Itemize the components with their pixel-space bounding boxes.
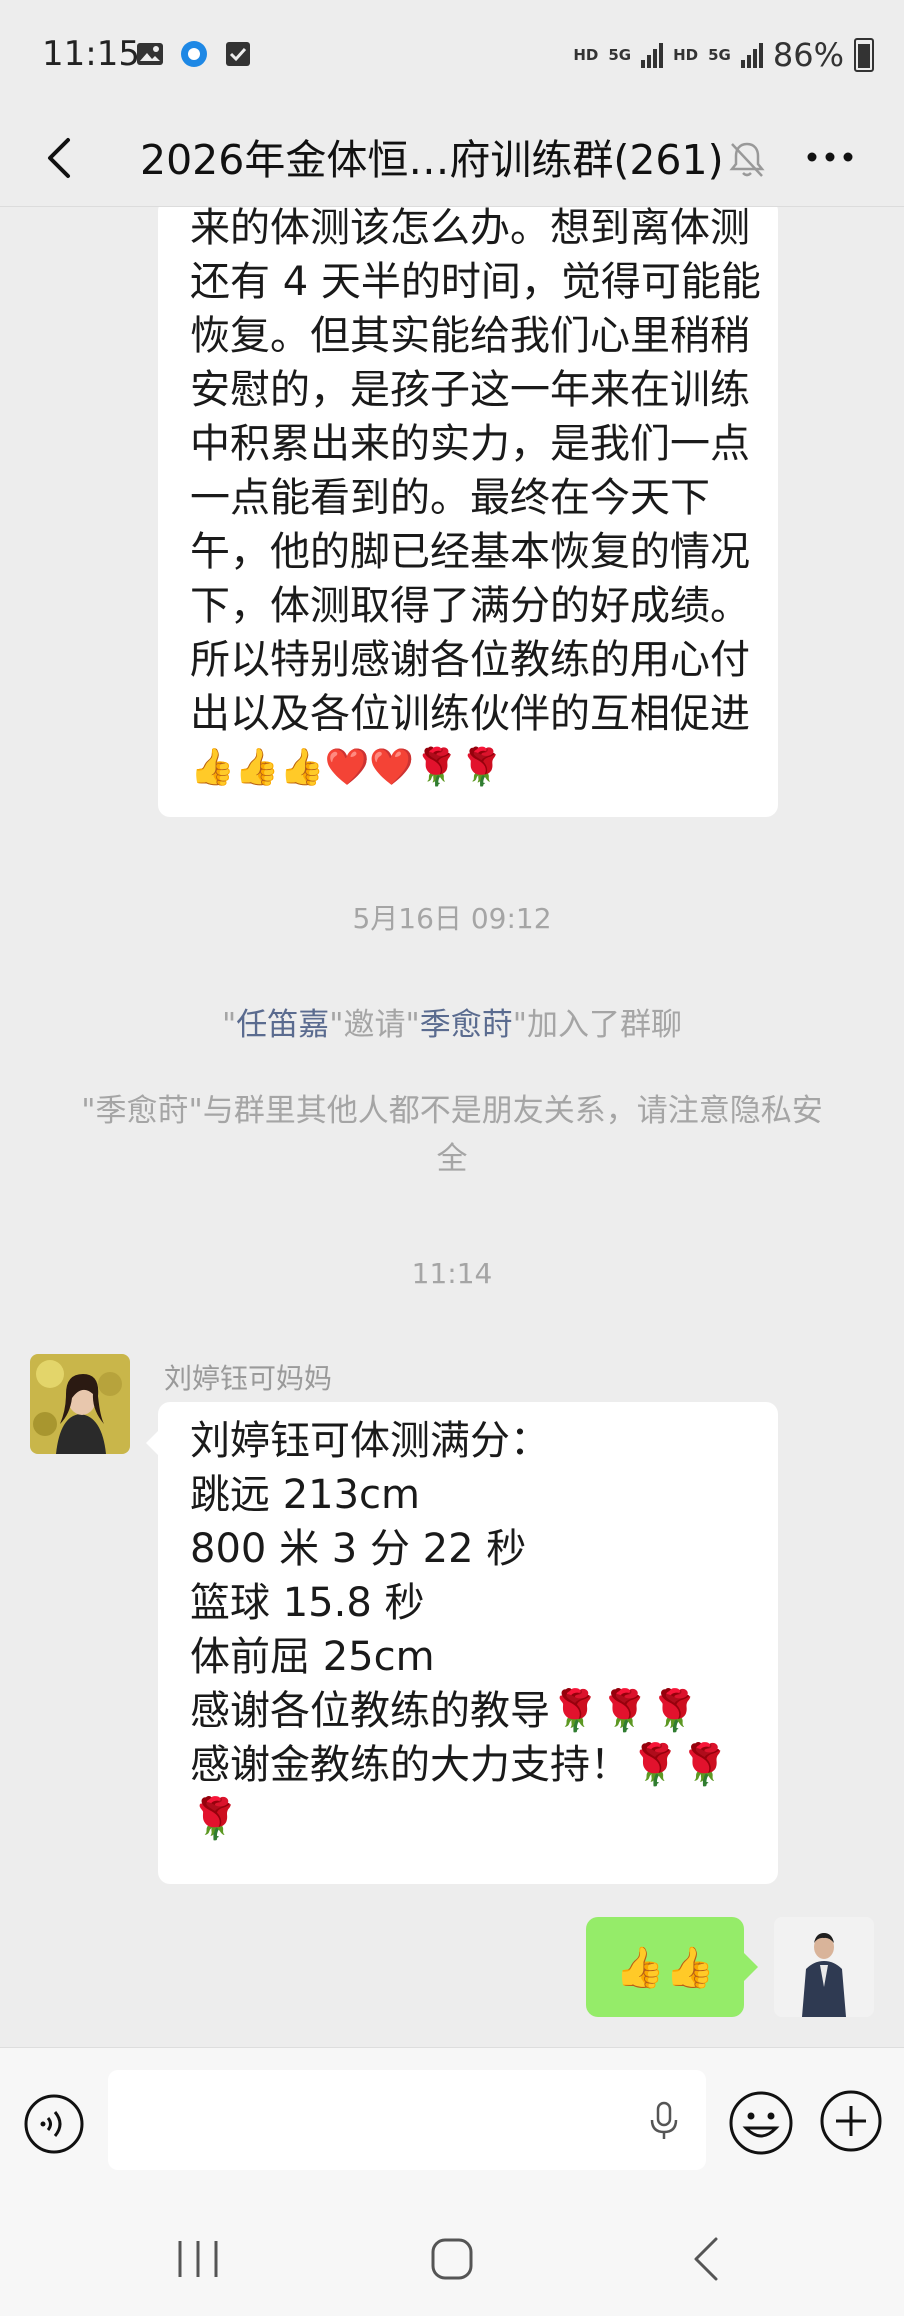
chat-title: 2026年金体恒…府训练群(261) bbox=[140, 136, 724, 184]
message-bubble[interactable]: 来的体测该怎么办。想到离体测 还有 4 天半的时间，觉得可能能 恢复。但其实能给… bbox=[158, 207, 778, 817]
plus-icon[interactable] bbox=[818, 2088, 884, 2154]
network-5g-label-2: 5G bbox=[708, 46, 731, 64]
message-line: 800 米 3 分 22 秒 bbox=[190, 1526, 527, 1572]
message-line: 恢复。但其实能给我们心里稍稍 bbox=[190, 313, 750, 359]
message-line: 🌹 bbox=[190, 1796, 240, 1842]
network-5g-label: 5G bbox=[608, 46, 632, 64]
message-line: 篮球 15.8 秒 bbox=[190, 1580, 425, 1626]
message-line: 一点能看到的。最终在今天下 bbox=[190, 475, 710, 521]
status-indicators: HD 5G HD 5G 86% bbox=[573, 36, 874, 74]
message-line: 感谢各位教练的教导🌹🌹🌹 bbox=[190, 1688, 700, 1734]
browser-icon bbox=[181, 41, 207, 67]
message-line: 下，体测取得了满分的好成绩。 bbox=[190, 583, 750, 629]
joined-text: "加入了群聊 bbox=[512, 1007, 683, 1043]
message-line: 所以特别感谢各位教练的用心付 bbox=[190, 637, 750, 683]
recents-icon[interactable] bbox=[170, 2237, 226, 2281]
hd-label: HD bbox=[573, 46, 599, 64]
message-line: 感谢金教练的大力支持！🌹🌹 bbox=[190, 1742, 730, 1788]
chat-history[interactable]: 来的体测该怎么办。想到离体测 还有 4 天半的时间，觉得可能能 恢复。但其实能给… bbox=[0, 207, 904, 2047]
gallery-icon bbox=[137, 43, 163, 65]
sender-name: 刘婷钰可妈妈 bbox=[164, 1362, 333, 1395]
back-icon[interactable] bbox=[34, 130, 90, 186]
inviter-name-link[interactable]: 任笛嘉 bbox=[236, 1007, 329, 1043]
signal-icon-2 bbox=[740, 43, 763, 68]
message-line: 来的体测该怎么办。想到离体测 bbox=[190, 207, 750, 251]
hd-label-2: HD bbox=[673, 46, 699, 64]
message-line: 刘婷钰可体测满分： bbox=[190, 1418, 550, 1464]
message-line: 还有 4 天半的时间，觉得可能能 bbox=[190, 259, 761, 305]
bubble-tail bbox=[744, 1953, 758, 1981]
system-invite-notice: "任笛嘉"邀请"季愈莳"加入了群聊 bbox=[80, 1001, 824, 1049]
notification-icons bbox=[134, 38, 254, 70]
my-avatar[interactable] bbox=[774, 1917, 874, 2017]
message-line: 跳远 213cm bbox=[190, 1472, 421, 1518]
battery-icon bbox=[854, 38, 874, 72]
timestamp: 11:14 bbox=[411, 1257, 493, 1290]
message-line: 出以及各位训练伙伴的互相促进 bbox=[190, 691, 750, 737]
nav-back-icon[interactable] bbox=[686, 2233, 726, 2285]
message-line: 午，他的脚已经基本恢复的情况 bbox=[190, 529, 750, 575]
signal-icon bbox=[641, 43, 664, 68]
checkbox-icon bbox=[226, 42, 250, 66]
emoji-line: 👍👍👍❤️❤️🌹🌹 bbox=[190, 747, 504, 788]
my-message-text: 👍👍 bbox=[615, 1944, 715, 1991]
home-icon[interactable] bbox=[428, 2235, 476, 2283]
my-message-bubble[interactable]: 👍👍 bbox=[586, 1917, 744, 2017]
more-options-icon[interactable] bbox=[800, 132, 860, 182]
voice-input-icon[interactable] bbox=[22, 2092, 86, 2156]
message-input[interactable] bbox=[108, 2070, 706, 2170]
sender-avatar[interactable] bbox=[30, 1354, 130, 1454]
quote: " bbox=[221, 1007, 237, 1043]
battery-percent: 86% bbox=[772, 36, 844, 74]
message-bubble[interactable]: 刘婷钰可体测满分： 跳远 213cm 800 米 3 分 22 秒 篮球 15.… bbox=[158, 1402, 778, 1884]
invitee-name-link[interactable]: 季愈莳 bbox=[420, 1007, 513, 1043]
input-bar bbox=[0, 2047, 904, 2198]
mute-bell-icon bbox=[729, 142, 765, 177]
invite-text: "邀请" bbox=[329, 1007, 420, 1043]
status-time: 11:15 bbox=[42, 34, 140, 74]
message-line: 安慰的，是孩子这一年来在训练 bbox=[190, 367, 750, 413]
emoji-icon[interactable] bbox=[726, 2088, 796, 2158]
timestamp: 5月16日 09:12 bbox=[352, 902, 552, 935]
system-nav-bar bbox=[0, 2197, 904, 2316]
microphone-icon[interactable] bbox=[642, 2098, 686, 2142]
privacy-notice: "季愈莳"与群里其他人都不是朋友关系，请注意隐私安全 bbox=[81, 1093, 823, 1177]
message-line: 体前屈 25cm bbox=[190, 1634, 435, 1680]
message-line: 中积累出来的实力，是我们一点 bbox=[190, 421, 750, 467]
status-bar: 11:15 HD 5G HD 5G 86% bbox=[0, 0, 904, 110]
chat-header: 2026年金体恒…府训练群(261) bbox=[0, 110, 904, 207]
